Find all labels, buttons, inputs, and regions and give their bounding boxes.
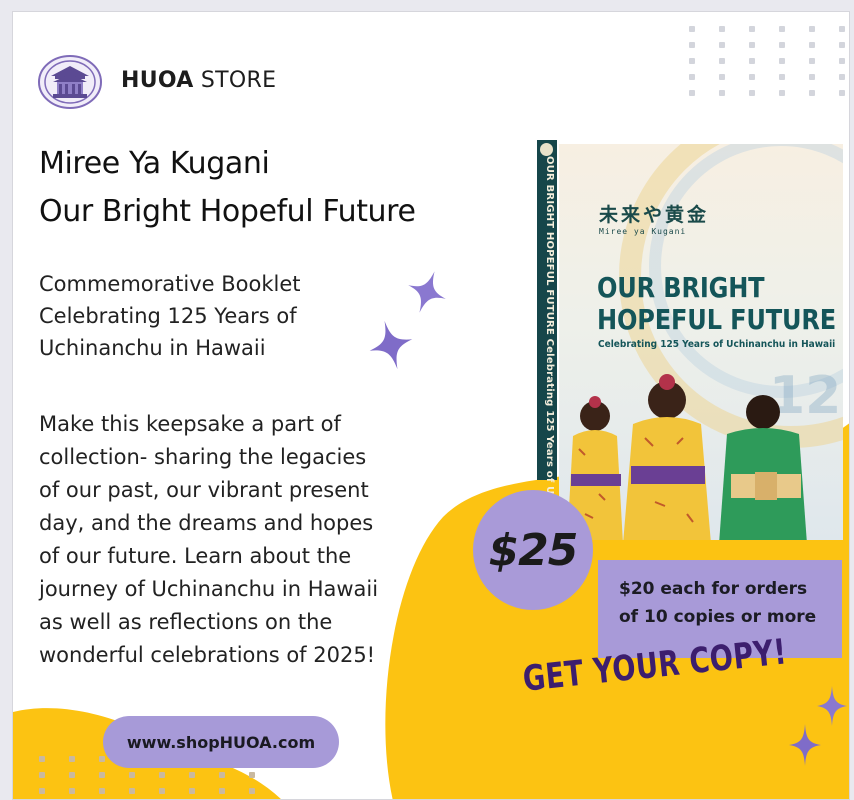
description-line: Make this keepsake a part of (39, 412, 341, 436)
description-line: as well as reflections on the (39, 610, 333, 634)
brand-bold: HUOA (121, 68, 194, 93)
booklet-cover-image: OUR BRIGHT HOPEFUL FUTURE Celebrating 12… (537, 140, 843, 554)
cover-title-line: HOPEFUL FUTURE (597, 303, 837, 336)
cover-title-line: OUR BRIGHT (597, 271, 765, 304)
brand-rest: STORE (193, 68, 277, 93)
price-badge: $25 (473, 490, 593, 610)
bulk-offer-line: $20 each for orders (619, 579, 808, 599)
shop-link-button[interactable]: www.shopHUOA.com (103, 716, 339, 768)
cover-title: OUR BRIGHT HOPEFUL FUTURE (597, 272, 836, 336)
subtitle-line: Celebrating 125 Years of (39, 304, 297, 328)
cover-subtitle: Celebrating 125 Years of Uchinanchu in H… (598, 339, 836, 350)
poster: HUOA STORE Miree Ya Kugani Our Bright Ho… (12, 11, 850, 800)
description-line: of our future. Learn about the (39, 544, 352, 568)
title-line: Our Bright Hopeful Future (39, 194, 416, 229)
children-illustration (567, 374, 807, 540)
huoa-logo-icon (38, 55, 102, 109)
brand-name: HUOA STORE (121, 68, 276, 93)
description-line: wonderful celebrations of 2025! (39, 643, 376, 667)
sparkle-icon (817, 686, 847, 726)
description-line: journey of Uchinanchu in Hawaii (39, 577, 379, 601)
price-text: $25 (488, 524, 579, 576)
spine-logo-icon (540, 143, 553, 156)
bulk-offer-line: of 10 copies or more (619, 607, 817, 627)
page-title: Miree Ya Kugani Our Bright Hopeful Futur… (39, 140, 416, 236)
cover-japanese-title: 未来や黄金 (599, 204, 710, 226)
sparkle-icon (369, 320, 413, 370)
description: Make this keepsake a part of collection-… (39, 408, 469, 672)
sparkle-icon (789, 724, 821, 766)
book-spine: OUR BRIGHT HOPEFUL FUTURE Celebrating 12… (537, 140, 557, 554)
book-cover: 125 未来や黄金 Miree ya Kugani OUR BRIGHT HOP… (559, 144, 843, 540)
description-line: day, and the dreams and hopes (39, 511, 374, 535)
sparkle-icon (408, 271, 446, 313)
subtitle-line: Uchinanchu in Hawaii (39, 336, 266, 360)
title-line: Miree Ya Kugani (39, 146, 270, 181)
description-line: of our past, our vibrant present (39, 478, 369, 502)
description-line: collection- sharing the legacies (39, 445, 367, 469)
cover-romaji: Miree ya Kugani (599, 227, 687, 236)
subtitle-line: Commemorative Booklet (39, 272, 301, 296)
subtitle: Commemorative Booklet Celebrating 125 Ye… (39, 268, 301, 364)
